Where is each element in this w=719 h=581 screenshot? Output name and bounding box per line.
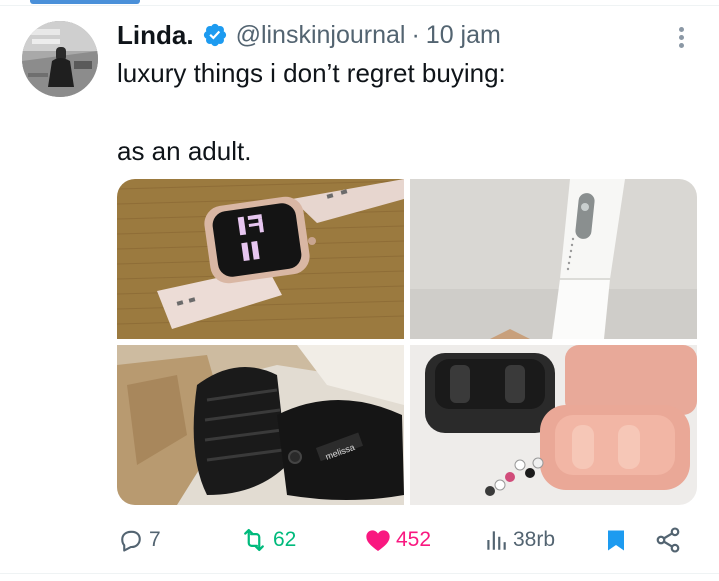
active-tab-indicator <box>30 0 140 4</box>
avatar-photo-icon <box>22 21 98 97</box>
bookmark-button[interactable] <box>604 522 628 558</box>
reply-button[interactable]: 7 <box>117 522 161 558</box>
earbuds-cases-photo-icon <box>410 345 697 505</box>
tweet-text-line-1: luxury things i don’t regret buying: <box>117 58 506 88</box>
timestamp[interactable]: 10 jam <box>426 21 501 50</box>
media-tile-3[interactable]: melissa <box>117 345 404 505</box>
separator-dot: · <box>411 20 420 49</box>
views-count: 38rb <box>513 528 556 551</box>
white-device-photo-icon <box>410 179 697 339</box>
verified-badge-icon <box>202 22 228 48</box>
top-divider <box>0 5 719 6</box>
retweet-button[interactable]: 62 <box>239 522 296 558</box>
tweet-text-line-2: as an adult. <box>117 136 252 166</box>
views-button[interactable]: 38rb <box>483 522 555 558</box>
author-name[interactable]: Linda. <box>117 20 194 51</box>
like-count: 452 <box>396 528 432 551</box>
bottom-divider <box>0 573 719 574</box>
share-icon <box>656 527 680 553</box>
avatar[interactable] <box>22 21 98 97</box>
black-shoes-photo-icon: melissa <box>117 345 404 505</box>
retweet-icon <box>244 528 264 552</box>
heart-icon <box>366 530 390 551</box>
media-tile-2[interactable] <box>410 179 697 339</box>
bookmark-icon <box>608 530 624 551</box>
share-button[interactable] <box>654 522 682 558</box>
views-chart-icon <box>487 531 506 550</box>
like-button[interactable]: 452 <box>364 522 431 558</box>
more-options-icon[interactable] <box>674 24 690 52</box>
media-tile-1[interactable] <box>117 179 404 339</box>
tweet-header: Linda. @linskinjournal · 10 jam <box>117 18 501 52</box>
reply-icon <box>121 530 141 552</box>
retweet-count: 62 <box>273 528 297 551</box>
reply-count: 7 <box>149 528 161 551</box>
media-tile-4[interactable] <box>410 345 697 505</box>
smartwatch-photo-icon <box>117 179 404 339</box>
media-grid: melissa <box>117 179 697 505</box>
author-handle[interactable]: @linskinjournal <box>236 21 406 50</box>
tweet-action-bar: 7 62 452 38rb <box>117 522 697 558</box>
